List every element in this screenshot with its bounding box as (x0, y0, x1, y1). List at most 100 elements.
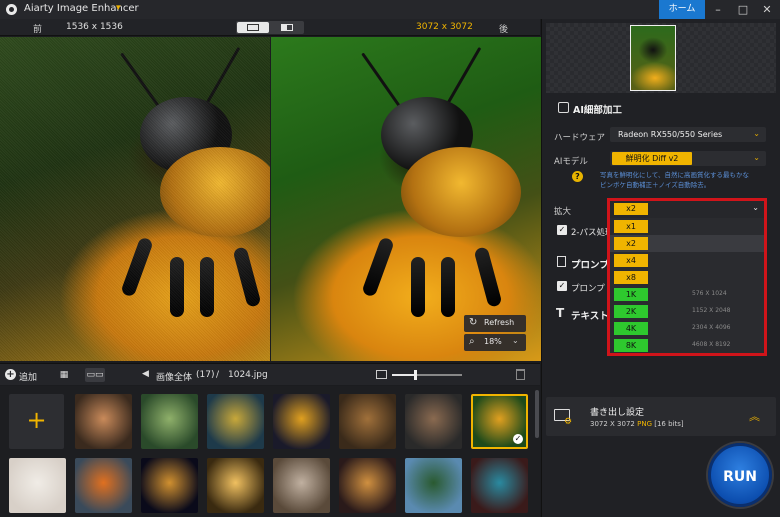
scale-option-resolution: 4608 X 8192 (692, 341, 731, 348)
home-button[interactable]: ホーム (659, 0, 705, 19)
perfume-thumb[interactable] (207, 458, 264, 513)
current-file: 1024.jpg (228, 370, 268, 380)
export-settings[interactable]: ⚙ 書き出し設定 3072 X 3072 PNG [16 bits] ︽ (546, 397, 776, 436)
text-icon: T (556, 306, 565, 320)
scale-option-x8[interactable]: x8 (610, 269, 764, 286)
model-description-1: 写真を鮮明化にして、自然に高画質化する最もかな (600, 171, 749, 179)
maximize-icon[interactable]: □ (732, 1, 754, 18)
run-button[interactable]: RUN (708, 443, 772, 507)
slider-handle[interactable] (414, 370, 417, 380)
chevron-down-icon: ⌄ (752, 203, 759, 212)
model-description-2: ピンボケ自動補正＋ノイズ自動除去。 (600, 181, 711, 189)
document-icon (557, 256, 566, 267)
preview-header: 前 1536 x 1536 3072 x 3072 後 (0, 19, 540, 36)
before-size: 1536 x 1536 (66, 22, 123, 32)
add-image-tile[interactable]: + (9, 394, 64, 449)
scale-option-label: 8K (614, 339, 648, 352)
gallery-scrollbar[interactable] (535, 390, 539, 438)
section-ai-detail: AI細部加工 (573, 105, 622, 116)
model-value: 鮮明化 Diff v2 (612, 152, 692, 165)
interior-thumb[interactable] (273, 458, 330, 513)
section-text: テキスト (571, 311, 609, 322)
image-icon (376, 370, 387, 379)
split-view-button[interactable] (237, 22, 269, 33)
hardware-dropdown[interactable]: Radeon RX550/550 Series ⌄ (610, 127, 766, 142)
chevron-down-icon[interactable]: ⌄ (512, 336, 519, 345)
add-button[interactable]: 追加 (19, 370, 37, 383)
section-prompt: プロンプ (571, 260, 609, 271)
hardware-label: ハードウェア (554, 133, 606, 143)
scale-option-label: x2 (614, 237, 648, 250)
scale-option-2k[interactable]: 2K 1152 X 2048 (610, 303, 764, 320)
export-bits: [16 bits] (654, 420, 684, 428)
scale-option-label: 4K (614, 322, 648, 335)
pancake-thumb[interactable] (339, 458, 396, 513)
butterfly-thumb[interactable] (273, 394, 330, 449)
refresh-icon: ↻ (469, 317, 478, 328)
export-info: 3072 X 3072 PNG [16 bits] (590, 420, 684, 428)
scale-dropdown[interactable]: x2 ⌄ x1 x2 x4 x8 1K 576 X 1024 2K 1152 X 2048 4K… (607, 198, 767, 356)
portrait-thumb[interactable] (75, 394, 132, 449)
scale-option-label: 2K (614, 305, 648, 318)
prompt-checkbox[interactable]: ✓ (557, 281, 567, 291)
scale-option-x1[interactable]: x1 (610, 218, 764, 235)
scale-option-8k[interactable]: 8K 4608 X 8192 (610, 337, 764, 354)
title-bar: Aiarty Image Enhancer ▾ ホーム – □ ✕ (0, 0, 780, 19)
app-title: Aiarty Image Enhancer (24, 3, 139, 14)
compare-toggle[interactable] (236, 21, 304, 34)
girl-thumb[interactable] (9, 458, 66, 513)
chevron-down-icon: ⌄ (753, 153, 760, 162)
model-label: AIモデル (554, 157, 588, 167)
city-night-thumb[interactable] (141, 458, 198, 513)
after-size: 3072 x 3072 (416, 22, 473, 32)
export-format: PNG (637, 420, 652, 428)
library-path: 画像全体 (156, 373, 193, 383)
before-label: 前 (33, 25, 43, 35)
library-toolbar: + 追加 ▦ ▭▭ ◀ 画像全体 (17) / 1024.jpg (0, 363, 540, 385)
chevron-down-icon: ⌄ (753, 129, 760, 138)
gear-icon: ⚙ (564, 417, 573, 427)
trash-icon[interactable] (516, 369, 525, 380)
bee-thumb[interactable]: ✓ (471, 394, 528, 449)
minimize-icon[interactable]: – (707, 1, 729, 18)
scale-option-4k[interactable]: 4K 2304 X 4096 (610, 320, 764, 337)
chevron-up-icon[interactable]: ︽ (749, 408, 760, 424)
chevron-down-icon[interactable]: ▾ (116, 3, 121, 13)
navigator (546, 23, 776, 93)
export-size: 3072 X 3072 (590, 420, 635, 428)
side-by-side-button[interactable] (271, 22, 303, 33)
ai-detail-icon (558, 102, 569, 113)
scale-option-x2[interactable]: x2 (610, 235, 764, 252)
scale-option-label: x4 (614, 254, 648, 267)
fantasy-thumb[interactable] (207, 394, 264, 449)
kingfisher-thumb[interactable] (75, 458, 132, 513)
list-view-icon[interactable]: ▭▭ (85, 368, 105, 382)
zoom-control[interactable]: ⌕ 18% ⌄ (464, 334, 526, 351)
back-arrow-icon[interactable]: ◀ (142, 369, 149, 379)
island-thumb[interactable] (405, 458, 462, 513)
dragon-thumb[interactable] (471, 458, 528, 513)
after-image[interactable] (271, 37, 541, 361)
refresh-button[interactable]: ↻ Refresh (464, 315, 526, 332)
help-icon[interactable]: ? (572, 171, 583, 182)
man-thumb[interactable] (405, 394, 462, 449)
tiger-thumb[interactable] (339, 394, 396, 449)
close-icon[interactable]: ✕ (756, 1, 778, 18)
scale-dropdown-header[interactable]: x2 ⌄ (610, 201, 764, 218)
add-icon[interactable]: + (5, 369, 16, 380)
scale-option-resolution: 1152 X 2048 (692, 307, 731, 314)
scale-value: x2 (614, 203, 648, 215)
scale-option-1k[interactable]: 1K 576 X 1024 (610, 286, 764, 303)
scale-option-label: x1 (614, 220, 648, 233)
zoom-value: 18% (484, 337, 502, 346)
scale-option-x4[interactable]: x4 (610, 252, 764, 269)
navigator-thumbnail[interactable] (630, 25, 676, 91)
model-dropdown[interactable]: 鮮明化 Diff v2 ⌄ (610, 151, 766, 166)
grid-view-icon[interactable]: ▦ (54, 368, 74, 382)
after-label: 後 (499, 25, 509, 35)
twopass-checkbox[interactable]: ✓ (557, 225, 567, 235)
before-image[interactable] (0, 37, 270, 361)
scale-label: 拡大 (554, 207, 572, 217)
run-label: RUN (723, 469, 757, 485)
landscape-thumb[interactable] (141, 394, 198, 449)
